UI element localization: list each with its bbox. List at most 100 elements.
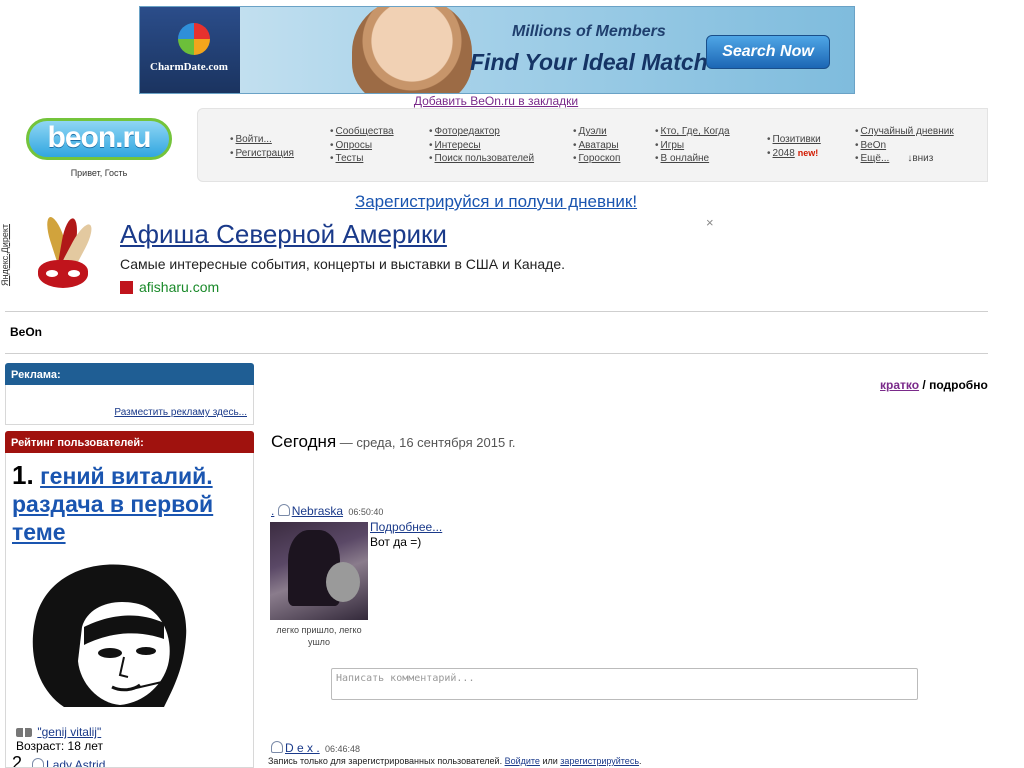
- banner-brand: CharmDate.com: [150, 61, 228, 73]
- menu-online[interactable]: В онлайне: [661, 153, 710, 164]
- menu-col-misc: Случайный дневник BeOn Ещё... ↓вниз: [855, 125, 954, 166]
- menu-col-fun: Дуэли Аватары Гороскоп: [573, 125, 621, 166]
- post2-header: D e x . 06:46:48: [271, 741, 360, 755]
- banner-search-button[interactable]: Search Now: [706, 35, 830, 69]
- ad-site-text[interactable]: afisharu.com: [139, 279, 219, 295]
- post1-more-link[interactable]: Подробнее...: [370, 520, 442, 534]
- login-note: Запись только для зарегистрированных пол…: [268, 756, 642, 766]
- ads-panel-header: Реклама:: [5, 363, 254, 385]
- rank1-user-link[interactable]: "genij vitalij": [37, 725, 101, 739]
- user-icon: [271, 741, 283, 753]
- menu-horoscope[interactable]: Гороскоп: [579, 153, 621, 164]
- post1-time: 06:50:40: [348, 507, 384, 517]
- rank1-avatar[interactable]: [24, 557, 194, 713]
- rating-panel-header: Рейтинг пользователей:: [5, 431, 254, 453]
- menu-2048[interactable]: 2048: [773, 148, 795, 159]
- menu-interests[interactable]: Интересы: [435, 140, 481, 151]
- yandex-direct-label[interactable]: Яндекс.Директ: [0, 220, 22, 300]
- banner-photo: [352, 7, 472, 93]
- view-separator: /: [919, 378, 930, 392]
- post1-text: Вот да =): [370, 535, 422, 549]
- login-note-text: Запись только для зарегистрированных пол…: [268, 756, 505, 766]
- view-toggle: кратко / подробно: [880, 378, 988, 392]
- rank2-user[interactable]: Lady Astrid: [32, 758, 105, 767]
- bookmark-row: Добавить BeOn.ru в закладки: [0, 94, 992, 108]
- menu-avatars[interactable]: Аватары: [579, 140, 619, 151]
- comment-input[interactable]: Написать комментарий...: [331, 668, 918, 700]
- rank1-age: Возраст: 18 лет: [16, 739, 104, 753]
- post2-time: 06:46:48: [325, 744, 361, 754]
- menu-col-tools: Фоторедактор Интересы Поиск пользователе…: [429, 125, 535, 166]
- user-icon: [32, 758, 45, 767]
- menu-col-account: Войти... Регистрация: [230, 133, 294, 160]
- menu-col-games: Кто, Где, Когда Игры В онлайне: [655, 125, 730, 166]
- flower-icon: [178, 23, 210, 55]
- menu-photo-editor[interactable]: Фоторедактор: [435, 126, 500, 137]
- scroll-down-link[interactable]: ↓вниз: [907, 153, 933, 164]
- menu-duels[interactable]: Дуэли: [579, 126, 607, 137]
- menu-register[interactable]: Регистрация: [236, 148, 294, 159]
- site-logo[interactable]: beon.ru: [26, 118, 172, 162]
- ad-mask-image[interactable]: [24, 214, 100, 302]
- divider-bottom: [5, 353, 988, 354]
- add-bookmark-link[interactable]: Добавить BeOn.ru в закладки: [414, 94, 578, 108]
- divider-top: [5, 311, 988, 312]
- banner-line2: Find Your Ideal Match: [470, 49, 708, 75]
- menu-user-search[interactable]: Поиск пользователей: [435, 153, 535, 164]
- login-note-end: .: [639, 756, 642, 766]
- today-heading: Сегодня — среда, 16 сентября 2015 г.: [271, 432, 516, 452]
- rank1-number: 1.: [12, 460, 34, 490]
- rank1-title-link[interactable]: гений виталий. раздача в первой теме: [12, 463, 213, 545]
- mask-eye-right: [68, 270, 80, 277]
- post1-permalink[interactable]: .: [271, 504, 274, 518]
- rank2-user-link[interactable]: Lady Astrid: [46, 758, 105, 767]
- today-label: Сегодня: [271, 432, 337, 451]
- menu-login[interactable]: Войти...: [236, 134, 272, 145]
- top-menu: Войти... Регистрация Сообщества Опросы Т…: [197, 108, 988, 182]
- menu-beon[interactable]: BeOn: [861, 140, 887, 151]
- yandex-direct-text[interactable]: Яндекс.Директ: [0, 224, 10, 286]
- login-note-mid: или: [539, 756, 561, 766]
- top-ad-banner[interactable]: CharmDate.com Millions of Members Find Y…: [139, 6, 855, 94]
- menu-tests[interactable]: Тесты: [336, 153, 364, 164]
- greeting-text: Привет, Гость: [70, 168, 128, 178]
- menu-col-community: Сообщества Опросы Тесты: [330, 125, 394, 166]
- rank2-number: 2.: [12, 753, 28, 768]
- menu-more[interactable]: Ещё...: [861, 153, 890, 164]
- menu-positive[interactable]: Позитивки: [773, 134, 821, 145]
- post1-header: . Nebraska 06:50:40: [271, 504, 383, 518]
- post1-author-link[interactable]: Nebraska: [292, 504, 343, 518]
- view-short-link[interactable]: кратко: [880, 378, 919, 392]
- ad-close-icon[interactable]: ×: [706, 215, 714, 230]
- post1-caption: легко пришло, легко ушло: [276, 625, 362, 647]
- menu-col-positive: Позитивки 2048new!: [767, 133, 821, 160]
- menu-communities[interactable]: Сообщества: [336, 126, 394, 137]
- login-link[interactable]: Войдите: [505, 756, 540, 766]
- ad-title-link[interactable]: Афиша Северной Америки: [120, 219, 447, 250]
- ad-description: Самые интересные события, концерты и выс…: [120, 256, 565, 272]
- mask-eye-left: [46, 270, 58, 277]
- today-date: — среда, 16 сентября 2015 г.: [336, 435, 516, 450]
- new-badge: new!: [797, 147, 819, 158]
- logo-text: beon.ru: [47, 121, 152, 154]
- ad-favicon-icon: [120, 281, 133, 294]
- menu-polls[interactable]: Опросы: [336, 140, 373, 151]
- book-icon: [16, 728, 32, 737]
- ads-panel: Разместить рекламу здесь...: [5, 385, 254, 425]
- photo-cat: [326, 562, 360, 602]
- rank1-entry: 1. гений виталий. раздача в первой теме: [12, 461, 248, 546]
- register-call-link[interactable]: Зарегистрируйся и получи дневник!: [355, 192, 637, 211]
- menu-random-diary[interactable]: Случайный дневник: [861, 126, 954, 137]
- post1-photo[interactable]: [270, 522, 368, 620]
- post2-author-link[interactable]: D e x .: [285, 741, 320, 755]
- charmdate-logo: CharmDate.com: [140, 7, 240, 93]
- rating-panel: 1. гений виталий. раздача в первой теме …: [5, 453, 254, 768]
- menu-who-where-when[interactable]: Кто, Где, Когда: [661, 126, 730, 137]
- banner-line1: Millions of Members: [512, 23, 666, 40]
- rank1-user-line: "genij vitalij": [16, 725, 101, 739]
- place-ad-link[interactable]: Разместить рекламу здесь...: [114, 407, 247, 418]
- register-link[interactable]: зарегистрируйтесь: [560, 756, 639, 766]
- ad-site[interactable]: afisharu.com: [120, 279, 219, 295]
- register-call-row: Зарегистрируйся и получи дневник!: [0, 192, 992, 212]
- menu-games[interactable]: Игры: [661, 140, 685, 151]
